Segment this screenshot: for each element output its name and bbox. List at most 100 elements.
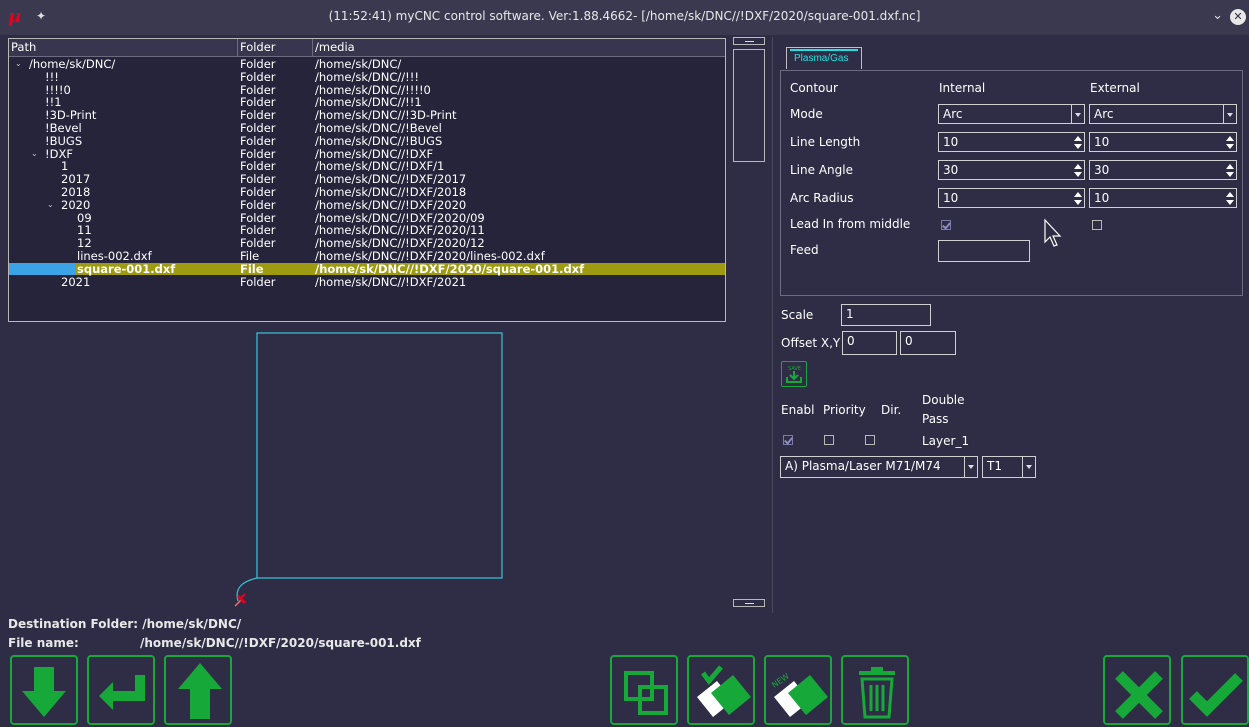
cancel-button[interactable] [1103, 655, 1171, 725]
header-media[interactable]: /media [315, 40, 355, 54]
layer-dir-checkbox[interactable] [865, 435, 875, 445]
ok-button[interactable] [1181, 655, 1249, 725]
tree-row-name: !!1 [45, 95, 62, 110]
tree-row[interactable]: 1 Folder/home/sk/DNC//!DXF/1 [9, 160, 725, 172]
line-angle-internal-spin[interactable]: 30 [938, 160, 1085, 180]
scale-label: Scale [781, 308, 814, 322]
mode-external-select[interactable]: Arc [1089, 104, 1237, 124]
tree-row-path: /home/sk/DNC//!!! [315, 69, 419, 84]
enter-button[interactable] [87, 655, 155, 725]
tree-row[interactable]: 2017 Folder/home/sk/DNC//!DXF/2017 [9, 173, 725, 185]
tree-row[interactable]: 2018 Folder/home/sk/DNC//!DXF/2018 [9, 186, 725, 198]
lead-in-internal-checkbox[interactable] [941, 220, 951, 230]
tree-row[interactable]: ⌄ 2020 Folder/home/sk/DNC//!DXF/2020 [9, 199, 725, 211]
file-tree[interactable]: Path Folder /media ⌄ /home/sk/DNC/Folder /… [8, 38, 726, 322]
feed-input[interactable] [938, 240, 1030, 262]
offset-label: Offset X,Y [781, 336, 841, 350]
mode-internal-select[interactable]: Arc [938, 104, 1085, 124]
tree-row[interactable]: 12 Folder/home/sk/DNC//!DXF/2020/12 [9, 237, 725, 249]
tree-row[interactable]: !Bevel Folder/home/sk/DNC//!Bevel [9, 122, 725, 134]
tree-scrollbar[interactable] [733, 37, 765, 609]
tree-row[interactable]: 09 Folder/home/sk/DNC//!DXF/2020/09 [9, 212, 725, 224]
file-name-label: File name: [8, 636, 79, 650]
delete-button[interactable] [841, 655, 909, 725]
arrow-down-icon [22, 667, 66, 717]
check-files-icon [697, 665, 751, 717]
scroll-up-arrow[interactable] [733, 37, 765, 45]
layer-name: Layer_1 [922, 434, 970, 448]
arrow-up-icon [178, 663, 222, 719]
spin-arrows-icon [1071, 133, 1084, 151]
header-folder[interactable]: Folder [240, 40, 276, 54]
tree-row[interactable]: lines-002.dxf File/home/sk/DNC//!DXF/2020… [9, 250, 725, 262]
tree-row[interactable]: 2021 Folder/home/sk/DNC//!DXF/2021 [9, 276, 725, 288]
tool-type-select[interactable]: A) Plasma/Laser M71/M74 [780, 456, 978, 478]
dxf-preview[interactable] [8, 325, 726, 615]
copy-button[interactable] [610, 655, 678, 725]
tree-row[interactable]: square-001.dxf File/home/sk/DNC//!DXF/202… [9, 261, 725, 276]
save-button[interactable]: SAVE [781, 361, 807, 387]
tree-row-name: square-001.dxf [77, 261, 176, 276]
scale-input[interactable]: 1 [841, 304, 931, 326]
tree-row[interactable]: !3D-Print Folder/home/sk/DNC//!3D-Print [9, 109, 725, 121]
chevron-down-icon[interactable]: ⌄ [1212, 8, 1223, 23]
tree-row[interactable]: !!1 Folder/home/sk/DNC//!!1 [9, 96, 725, 108]
tree-row-name: /home/sk/DNC/ [29, 57, 116, 71]
layer-priority-checkbox[interactable] [824, 435, 834, 445]
line-length-external-spin[interactable]: 10 [1089, 132, 1237, 152]
tree-row[interactable]: ⌄ /home/sk/DNC/Folder/home/sk/DNC/ [9, 58, 725, 70]
tree-row-path: /home/sk/DNC//!DXF/2018 [315, 185, 467, 199]
tree-row-name: !!!!0 [45, 82, 71, 97]
chevron-down-icon[interactable] [1223, 105, 1236, 123]
tool-select[interactable]: T1 [982, 456, 1036, 478]
close-icon[interactable]: ✕ [1230, 9, 1246, 25]
tree-row-name: !DXF [45, 146, 73, 161]
line-length-internal-spin[interactable]: 10 [938, 132, 1085, 152]
tree-row-type: Folder [240, 95, 276, 110]
window-title: (11:52:41) myCNC control software. Ver:1… [328, 9, 921, 23]
line-angle-external-spin[interactable]: 30 [1089, 160, 1237, 180]
chevron-down-icon[interactable] [964, 457, 977, 477]
tree-row[interactable]: !!!!0 Folder/home/sk/DNC//!!!!0 [9, 84, 725, 96]
scroll-thumb[interactable] [733, 49, 765, 162]
tree-row-type: Folder [240, 146, 276, 161]
offset-x-input[interactable]: 0 [842, 331, 897, 355]
tree-row-type: Folder [240, 108, 276, 123]
arc-radius-internal-spin[interactable]: 10 [938, 188, 1085, 208]
tree-row[interactable]: ⌄ !DXF Folder/home/sk/DNC//!DXF [9, 148, 725, 160]
scroll-down-button[interactable] [10, 655, 78, 725]
tree-row[interactable]: !BUGS Folder/home/sk/DNC//!BUGS [9, 135, 725, 147]
expand-arrow-icon[interactable]: ⌄ [15, 58, 22, 70]
tree-row-type: File [240, 261, 264, 276]
tree-row[interactable]: 11 Folder/home/sk/DNC//!DXF/2020/11 [9, 224, 725, 236]
scroll-down-arrow[interactable] [733, 599, 765, 607]
tab-label: Plasma/Gas [794, 53, 849, 64]
scroll-up-button[interactable] [164, 655, 232, 725]
copy-icon [624, 671, 668, 715]
spin-arrows-icon [1223, 133, 1236, 151]
arc-radius-external-spin[interactable]: 10 [1089, 188, 1237, 208]
tab-plasma-gas[interactable]: Plasma/Gas [786, 47, 862, 69]
new-button[interactable]: NEW [764, 655, 832, 725]
title-bar: μ ✦ (11:52:41) myCNC control software. V… [0, 0, 1249, 35]
lead-in-external-checkbox[interactable] [1092, 220, 1102, 230]
tree-row-path: /home/sk/DNC//!BUGS [315, 133, 443, 148]
offset-y-input[interactable]: 0 [900, 331, 956, 355]
chevron-down-icon[interactable] [1071, 105, 1084, 123]
expand-arrow-icon[interactable]: ⌄ [31, 148, 38, 160]
apply-button[interactable] [687, 655, 755, 725]
double-pass-header-2: Pass [922, 412, 949, 426]
tree-row-type: Folder [240, 82, 276, 97]
tree-row-name: 12 [77, 236, 92, 251]
header-path[interactable]: Path [11, 40, 36, 54]
layer-enable-checkbox[interactable] [783, 435, 793, 445]
chevron-down-icon[interactable] [1022, 457, 1035, 477]
tree-row-type: Folder [240, 210, 276, 225]
tree-row-path: /home/sk/DNC//!Bevel [315, 121, 442, 135]
tree-row-type: File [240, 249, 260, 263]
tree-row-path: /home/sk/DNC//!DXF/2020/12 [315, 236, 485, 251]
enable-header: Enabl [781, 403, 815, 417]
expand-arrow-icon[interactable]: ⌄ [47, 199, 54, 211]
tree-row[interactable]: !!! Folder/home/sk/DNC//!!! [9, 71, 725, 83]
tree-row-path: /home/sk/DNC//!DXF/2020/09 [315, 210, 485, 225]
